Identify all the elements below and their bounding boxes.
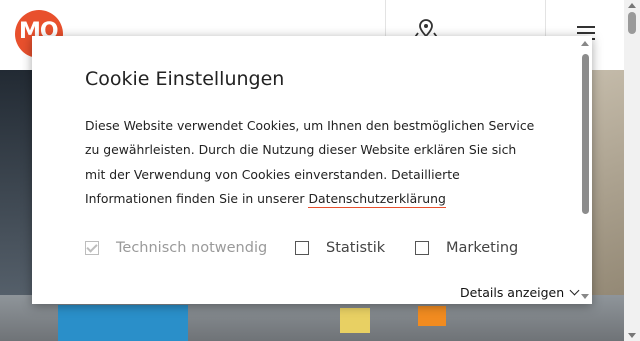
checkbox-statistik[interactable] (295, 241, 309, 255)
checkbox-marketing[interactable] (415, 241, 429, 255)
details-toggle-button[interactable]: Details anzeigen (460, 285, 580, 300)
scroll-down-arrow-icon[interactable] (581, 294, 589, 299)
page-scrollbar-thumb[interactable] (628, 12, 636, 34)
scroll-up-arrow-icon[interactable] (628, 3, 636, 8)
cookie-dialog: Cookie Einstellungen Diese Website verwe… (32, 36, 592, 304)
dialog-scrollbar-thumb[interactable] (582, 54, 589, 214)
cookie-dialog-title: Cookie Einstellungen (85, 68, 285, 90)
option-label[interactable]: Marketing (446, 240, 518, 256)
page-scrollbar[interactable] (624, 0, 640, 341)
option-label: Technisch notwendig (116, 240, 268, 256)
scroll-down-arrow-icon[interactable] (628, 333, 636, 338)
privacy-policy-link[interactable]: Datenschutzerklärung (308, 190, 446, 208)
option-label[interactable]: Statistik (326, 240, 385, 256)
checkbox-checked-icon (85, 241, 99, 255)
hero-image-shape (340, 308, 370, 333)
option-marketing[interactable]: Marketing (415, 238, 518, 258)
scroll-up-arrow-icon[interactable] (581, 41, 589, 46)
option-statistik[interactable]: Statistik (295, 238, 385, 258)
hero-image-shape (418, 306, 446, 326)
dialog-scrollbar[interactable] (578, 36, 592, 304)
cookie-dialog-text: Diese Website verwendet Cookies, um Ihne… (85, 114, 535, 211)
option-technisch-notwendig: Technisch notwendig (85, 238, 267, 258)
hero-image-shape (58, 305, 188, 341)
details-label[interactable]: Details anzeigen (460, 285, 564, 300)
